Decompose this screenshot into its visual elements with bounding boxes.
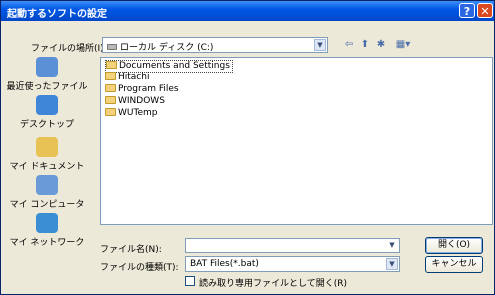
list-item[interactable]: WINDOWS — [105, 95, 165, 107]
open-button[interactable]: 開く(O) — [425, 237, 483, 254]
list-item[interactable]: Hitachi — [105, 71, 149, 83]
chevron-down-icon[interactable]: ▼ — [386, 240, 398, 251]
close-button[interactable]: ✕ — [477, 3, 493, 18]
open-file-dialog: 起動するソフトの設定 ? ✕ ファイルの場所(I): ローカル ディスク (C:… — [0, 0, 495, 295]
filetype-dropdown[interactable]: BAT Files(*.bat) ▼ — [185, 256, 400, 272]
filename-input[interactable]: ▼ — [185, 238, 400, 253]
title-bar[interactable]: 起動するソフトの設定 ? ✕ — [1, 1, 494, 21]
file-list[interactable]: Documents and Settings Hitachi Program F… — [100, 57, 493, 225]
place-recent[interactable]: 最近使ったファイル — [5, 57, 89, 92]
my-documents-icon — [36, 137, 58, 157]
dialog-title: 起動するソフトの設定 — [7, 9, 107, 20]
desktop-icon — [36, 95, 58, 115]
folder-icon — [105, 83, 116, 92]
chevron-down-icon[interactable]: ▼ — [386, 258, 398, 270]
folder-icon — [105, 71, 116, 80]
folder-icon — [105, 95, 116, 104]
cancel-button[interactable]: キャンセル — [425, 256, 483, 273]
location-label: ファイルの場所(I): — [31, 44, 107, 54]
folder-icon — [105, 107, 116, 116]
place-my-documents[interactable]: マイ ドキュメント — [5, 137, 89, 172]
chevron-down-icon[interactable]: ▼ — [314, 39, 326, 51]
filename-label: ファイル名(N): — [100, 245, 162, 255]
list-item[interactable]: Program Files — [105, 83, 179, 95]
filetype-label: ファイルの種類(T): — [100, 263, 179, 273]
place-my-network[interactable]: マイ ネットワーク — [5, 213, 89, 248]
back-icon[interactable]: ⇦ — [342, 39, 356, 51]
readonly-checkbox[interactable] — [185, 276, 195, 286]
recent-documents-icon — [36, 57, 58, 77]
new-folder-icon[interactable]: ✱ — [374, 39, 388, 51]
place-label: マイ ネットワーク — [9, 238, 85, 248]
places-bar: 最近使ったファイル デスクトップ マイ ドキュメント マイ コンピュータ マイ … — [5, 57, 89, 257]
help-button[interactable]: ? — [459, 3, 475, 18]
up-folder-icon[interactable]: ⬆ — [358, 39, 372, 51]
view-menu-icon[interactable]: ▦▾ — [392, 39, 414, 51]
place-label: マイ コンピュータ — [9, 200, 85, 210]
list-item[interactable]: WUTemp — [105, 107, 157, 119]
readonly-label: 読み取り専用ファイルとして開く(R) — [199, 279, 348, 289]
place-label: マイ ドキュメント — [9, 162, 85, 172]
my-computer-icon — [36, 175, 58, 195]
location-dropdown[interactable]: ローカル ディスク (C:) ▼ — [102, 37, 328, 53]
place-desktop[interactable]: デスクトップ — [5, 95, 89, 130]
place-label: デスクトップ — [19, 120, 74, 130]
my-network-icon — [36, 213, 58, 233]
folder-icon — [106, 60, 117, 69]
drive-icon — [107, 44, 117, 50]
location-value: ローカル ディスク (C:) — [107, 40, 213, 53]
place-label: 最近使ったファイル — [6, 82, 88, 92]
place-my-computer[interactable]: マイ コンピュータ — [5, 175, 89, 210]
